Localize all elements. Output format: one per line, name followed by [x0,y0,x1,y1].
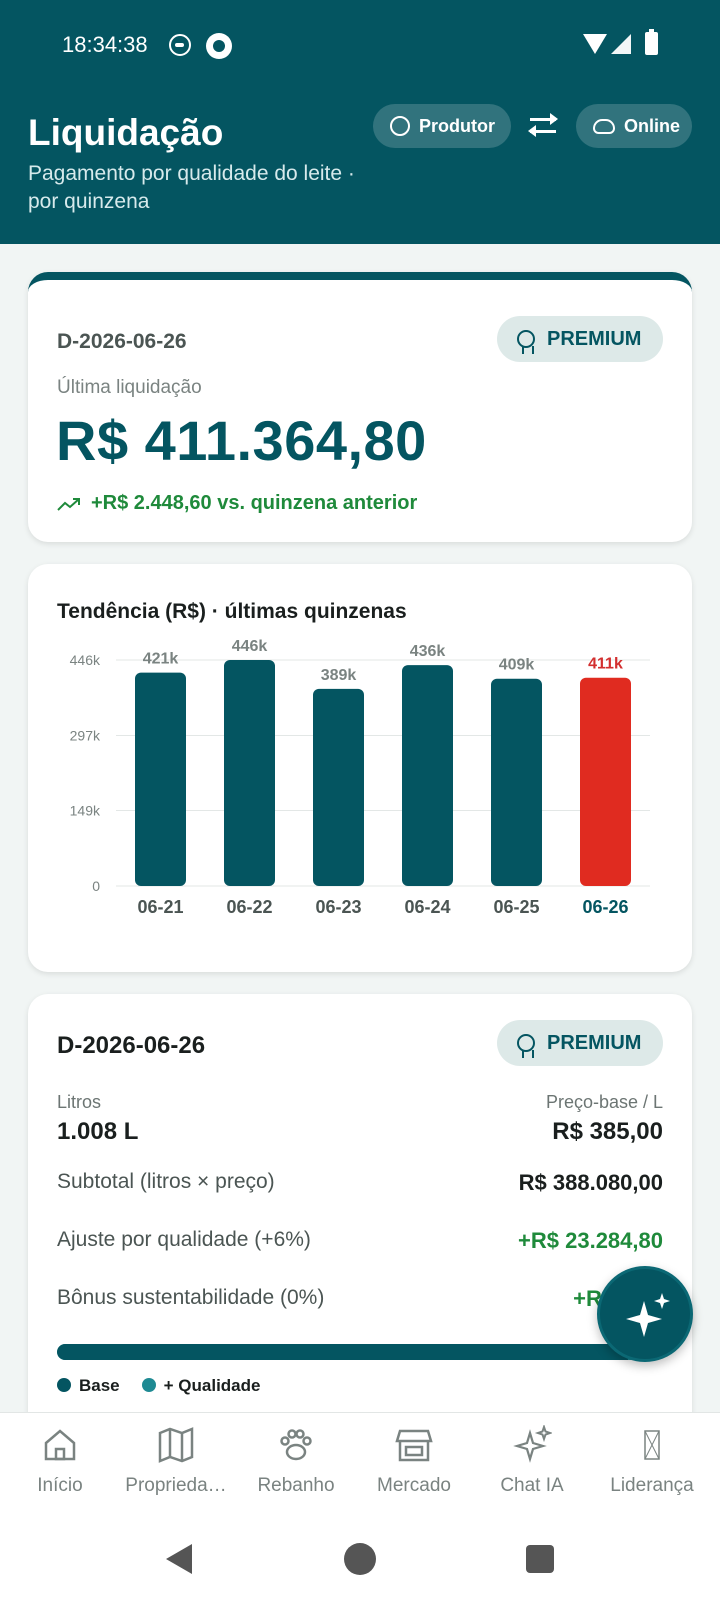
leadership-icon [644,1430,660,1460]
nav-label-propriedades: Proprieda… [125,1475,227,1496]
bar [135,672,186,886]
swap-icon[interactable] [528,109,560,141]
nav-label-chat-ia: Chat IA [500,1475,564,1496]
paw-icon [280,1429,312,1461]
role-chip-label: Produtor [419,115,495,136]
subtotal-value: R$ 388.080,00 [518,1170,663,1195]
nav-label-inicio: Início [37,1475,83,1496]
y-tick-label: 297k [70,728,101,744]
ai-assistant-fab[interactable] [597,1266,693,1362]
bar [491,678,542,886]
summary-card[interactable]: D-2026-06-26 PREMIUM Última liquidação R… [28,272,692,542]
wifi-icon [583,34,607,54]
trending-up-icon [57,497,81,511]
detail-premium-badge-label: PREMIUM [547,1031,642,1054]
composition-bar-base [57,1344,629,1360]
battery-icon [645,29,658,55]
store-icon [395,1429,433,1462]
connection-chip-label: Online [624,115,681,136]
x-tick-label: 06-23 [315,897,361,917]
summary-delta-text: +R$ 2.448,60 vs. quinzena anterior [91,492,418,514]
data-label: 389k [321,667,357,684]
legend-quality: + Qualidade [163,1376,261,1395]
recents-icon[interactable] [526,1545,554,1573]
premium-badge: PREMIUM [497,316,663,362]
sparkles-icon [513,1425,552,1463]
x-tick-label: 06-25 [493,897,539,917]
status-bar: 18:34:38 [0,0,720,88]
sparkles-icon [626,1293,670,1337]
bottom-nav: Início Proprieda… Rebanho Mercado Chat I… [0,1412,720,1512]
legend-base: Base [79,1376,120,1395]
home-button-icon[interactable] [344,1543,376,1575]
connection-chip[interactable]: Online [576,104,692,148]
nav-label-rebanho: Rebanho [257,1475,335,1496]
data-label: 421k [143,651,179,668]
quality-adjust-label: Ajuste por qualidade (+6%) [57,1228,311,1251]
detail-premium-badge: PREMIUM [497,1020,663,1066]
globe-icon [390,116,410,136]
page-subtitle: Pagamento por qualidade do leite · por q… [28,162,355,213]
nav-item-inicio[interactable]: Início [0,1413,120,1513]
x-tick-label: 06-26 [582,897,628,917]
nav-label-lideranca: Liderança [610,1475,694,1496]
chart-title: Tendência (R$) · últimas quinzenas [57,600,407,623]
x-tick-label: 06-21 [137,897,183,917]
composition-bar [57,1344,663,1360]
liters-label: Litros [57,1092,102,1112]
home-icon [44,1429,76,1461]
detail-card: D-2026-06-26 PREMIUM Litros 1.008 L Preç… [28,994,692,1444]
y-tick-label: 446k [70,652,101,668]
trend-card: Tendência (R$) · últimas quinzenas 0 149k… [28,564,692,972]
data-label: 446k [232,638,268,655]
medal-icon [517,1034,535,1058]
page-title: Liquidação [28,112,224,153]
y-tick-label: 149k [70,802,101,818]
x-tick-label: 06-24 [404,897,450,917]
summary-code: D-2026-06-26 [57,330,187,353]
nav-item-chat-ia[interactable]: Chat IA [472,1413,592,1513]
price-value: R$ 385,00 [552,1118,663,1145]
trend-chart: 0 149k 297k 446k 421k 06-21 446k 06-22 389k 06-23… [70,638,650,917]
nav-item-rebanho[interactable]: Rebanho [236,1413,356,1513]
cell-signal-icon [611,34,631,54]
bar [224,660,275,886]
bar [313,688,364,886]
cat-notification-icon [169,34,191,56]
status-time: 18:34:38 [62,32,148,57]
nav-item-propriedades[interactable]: Proprieda… [116,1413,236,1513]
quality-adjust-value: +R$ 23.284,80 [518,1228,663,1253]
price-label: Preço-base / L [545,1092,663,1112]
summary-label: Última liquidação [57,377,202,398]
nav-label-mercado: Mercado [377,1475,451,1496]
nav-item-mercado[interactable]: Mercado [354,1413,474,1513]
app-header: 18:34:38 Liquidação Pagamento por qualid… [0,0,720,244]
back-icon[interactable] [166,1544,192,1574]
x-tick-label: 06-22 [226,897,272,917]
medal-icon [517,330,535,354]
summary-amount: R$ 411.364,80 [56,409,427,472]
summary-delta: +R$ 2.448,60 vs. quinzena anterior [57,492,417,515]
map-icon [158,1427,194,1463]
sync-notification-icon [206,33,232,59]
role-chip[interactable]: Produtor [373,104,511,148]
premium-badge-label: PREMIUM [547,327,642,350]
bonus-label: Bônus sustentabilidade (0%) [57,1286,325,1309]
y-tick-label: 0 [92,878,100,894]
bar [402,665,453,886]
liters-value: 1.008 L [57,1118,139,1145]
data-label: 436k [410,643,446,660]
data-label: 409k [499,657,535,674]
bar [580,677,631,886]
nav-item-lideranca[interactable]: Liderança [592,1413,712,1513]
data-label: 411k [588,656,623,673]
cloud-icon [593,118,615,134]
detail-code: D-2026-06-26 [57,1032,206,1059]
composition-legend: Base + Qualidade [57,1376,282,1396]
subtotal-label: Subtotal (litros × preço) [57,1170,275,1193]
